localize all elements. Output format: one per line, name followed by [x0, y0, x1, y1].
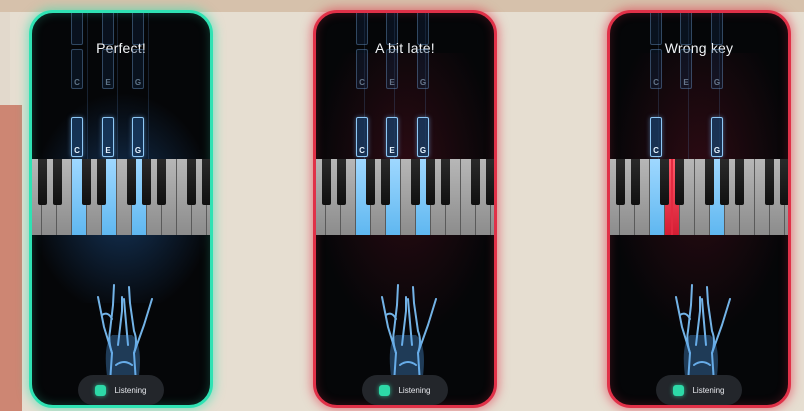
mic-icon: [95, 384, 107, 396]
falling-note-g: G: [711, 49, 723, 89]
note-e: E: [102, 117, 114, 157]
note-g: G: [417, 117, 429, 157]
lane-line: [117, 13, 118, 163]
note-e: E: [386, 117, 398, 157]
black-key[interactable]: [322, 159, 331, 205]
mic-icon: [673, 384, 685, 396]
falling-note-e: E: [386, 49, 398, 89]
falling-note-g: G: [132, 49, 144, 89]
black-key[interactable]: [780, 159, 788, 205]
piano-keyboard[interactable]: [316, 159, 494, 235]
black-key[interactable]: [765, 159, 774, 205]
phone-screen-wrong-key: Wrong key C E G C G Listening: [607, 10, 791, 408]
phone-screen-perfect: Perfect! C E G C E G Listening: [29, 10, 213, 408]
black-key[interactable]: [616, 159, 625, 205]
falling-note-c: C: [356, 49, 368, 89]
falling-note-g: G: [417, 49, 429, 89]
listening-label: Listening: [692, 385, 725, 395]
black-key[interactable]: [705, 159, 714, 205]
hand-icon: [381, 284, 437, 384]
note-c: C: [356, 117, 368, 157]
black-key[interactable]: [53, 159, 62, 205]
lane-line: [87, 13, 88, 163]
black-key[interactable]: [486, 159, 494, 205]
listening-label: Listening: [398, 385, 431, 395]
listening-pill[interactable]: Listening: [656, 375, 742, 405]
feedback-text: A bit late!: [375, 40, 435, 56]
black-key[interactable]: [720, 159, 729, 205]
background-side-strip: [0, 12, 10, 105]
black-key[interactable]: [97, 159, 106, 205]
black-key[interactable]: [127, 159, 136, 205]
black-key[interactable]: [38, 159, 47, 205]
listening-pill[interactable]: Listening: [362, 375, 448, 405]
note-c: C: [71, 117, 83, 157]
listening-label: Listening: [114, 385, 147, 395]
black-key[interactable]: [426, 159, 435, 205]
note-c: C: [650, 117, 662, 157]
piano-keyboard[interactable]: [610, 159, 788, 235]
black-key[interactable]: [187, 159, 196, 205]
wrong-key-marker: [671, 159, 673, 235]
mic-icon: [379, 384, 391, 396]
falling-note-e: E: [680, 49, 692, 89]
lane-line: [148, 13, 149, 163]
black-key[interactable]: [142, 159, 151, 205]
phone-screen-late: A bit late! C E G C E G Listening: [313, 10, 497, 408]
note-g: G: [711, 117, 723, 157]
background-side-panel: [0, 105, 22, 411]
black-key[interactable]: [735, 159, 744, 205]
black-key[interactable]: [631, 159, 640, 205]
feedback-text: Perfect!: [96, 40, 146, 56]
black-key[interactable]: [441, 159, 450, 205]
black-key[interactable]: [660, 159, 669, 205]
black-key[interactable]: [82, 159, 91, 205]
listening-pill[interactable]: Listening: [78, 375, 164, 405]
black-key[interactable]: [411, 159, 420, 205]
black-key[interactable]: [202, 159, 210, 205]
hand-icon: [675, 284, 731, 384]
black-key[interactable]: [157, 159, 166, 205]
black-key[interactable]: [337, 159, 346, 205]
black-key[interactable]: [381, 159, 390, 205]
piano-keyboard[interactable]: [32, 159, 210, 235]
note-g: G: [132, 117, 144, 157]
falling-note-c: C: [650, 49, 662, 89]
falling-note-c: C: [71, 49, 83, 89]
black-key[interactable]: [471, 159, 480, 205]
feedback-text: Wrong key: [664, 40, 734, 56]
falling-note-e: E: [102, 49, 114, 89]
black-key[interactable]: [366, 159, 375, 205]
black-key[interactable]: [675, 159, 684, 205]
hand-icon: [97, 284, 153, 384]
